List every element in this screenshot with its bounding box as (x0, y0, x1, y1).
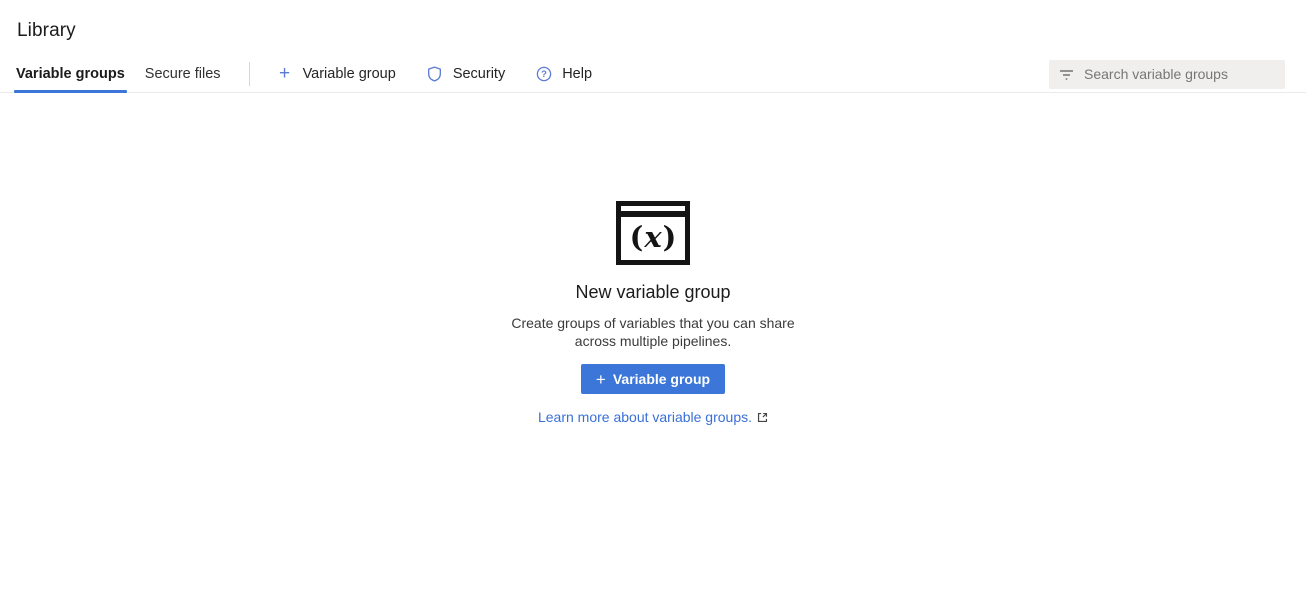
new-variable-group-toolbar-button[interactable]: + Variable group (265, 56, 408, 92)
empty-state-description-line2: across multiple pipelines. (0, 333, 1306, 351)
tab-bar: Variable groups Secure files + Variable … (0, 56, 1306, 93)
tab-variable-groups[interactable]: Variable groups (16, 56, 125, 92)
search-box[interactable] (1049, 60, 1285, 89)
help-toolbar-button[interactable]: ? Help (524, 56, 604, 92)
learn-more-row: Learn more about variable groups. (0, 409, 1306, 425)
page-title: Library (17, 20, 1290, 42)
external-link-icon (757, 412, 768, 423)
paren-close: ) (663, 223, 677, 252)
new-variable-group-toolbar-label: Variable group (303, 66, 396, 82)
empty-state: ( x ) New variable group Create groups o… (0, 93, 1306, 425)
variable-group-icon-glyph: ( x ) (621, 217, 685, 260)
shield-icon (427, 66, 443, 82)
search-input[interactable] (1084, 66, 1269, 82)
empty-state-description: Create groups of variables that you can … (0, 315, 1306, 350)
tab-secure-files-label: Secure files (145, 66, 221, 82)
variable-group-button-label: Variable group (613, 371, 710, 387)
plus-icon: + (596, 371, 606, 388)
paren-open: ( (630, 223, 644, 252)
plus-icon: + (277, 66, 293, 82)
toolbar-divider (249, 62, 250, 86)
empty-state-description-line1: Create groups of variables that you can … (0, 315, 1306, 333)
security-toolbar-button[interactable]: Security (415, 56, 517, 92)
security-toolbar-label: Security (453, 66, 505, 82)
tab-variable-groups-label: Variable groups (16, 66, 125, 82)
variable-group-button[interactable]: + Variable group (581, 364, 725, 394)
help-toolbar-label: Help (562, 66, 592, 82)
variable-x: x (644, 223, 661, 252)
page-header: Library (0, 0, 1306, 56)
help-icon: ? (536, 66, 552, 82)
svg-text:?: ? (541, 69, 547, 80)
filter-icon (1059, 67, 1074, 81)
tab-secure-files[interactable]: Secure files (145, 56, 221, 92)
empty-state-title: New variable group (0, 282, 1306, 303)
variable-group-icon: ( x ) (616, 201, 690, 265)
learn-more-link[interactable]: Learn more about variable groups. (538, 409, 752, 425)
